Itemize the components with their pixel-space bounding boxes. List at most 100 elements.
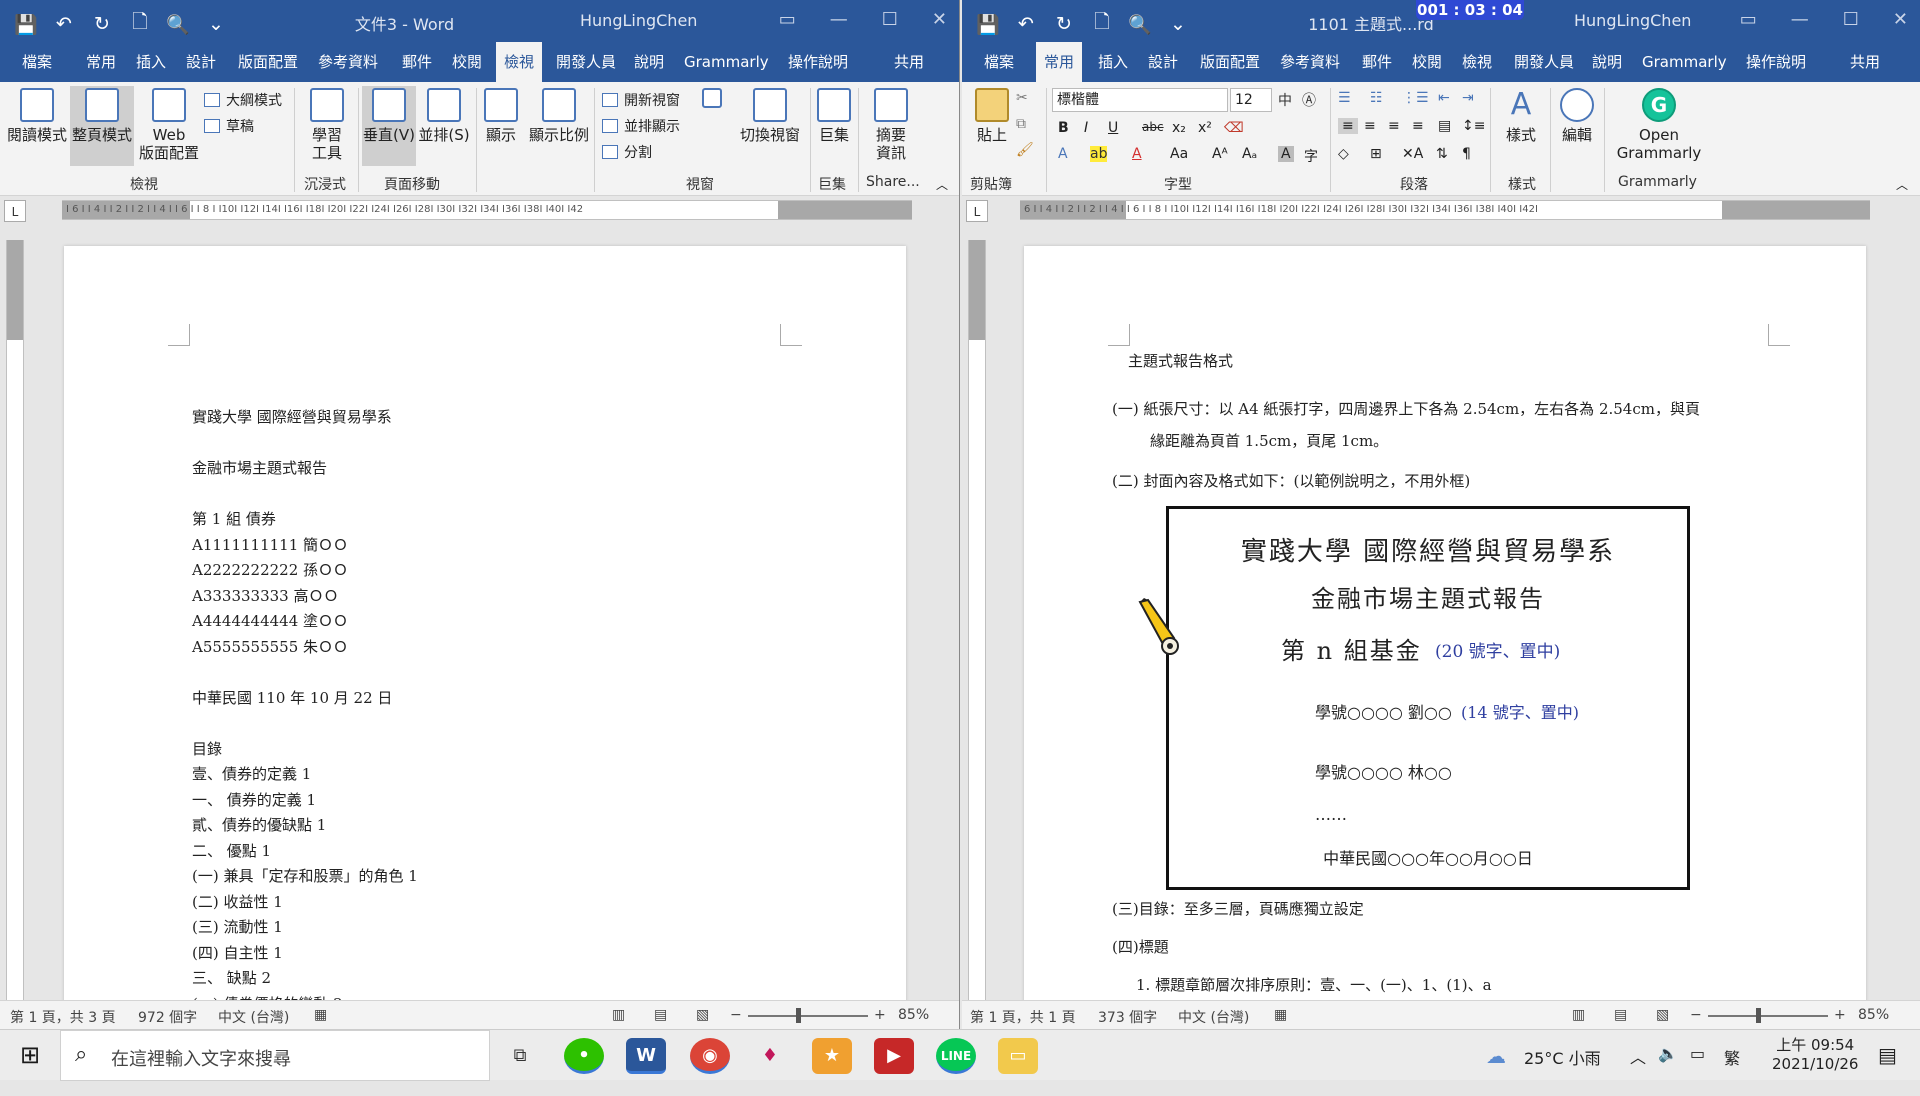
web-layout-view-icon[interactable]: ▧ bbox=[1656, 1007, 1669, 1023]
user-name[interactable]: HungLingChen bbox=[580, 11, 697, 30]
title-bar[interactable]: 💾 ↶ ↻ 🗋 🔍 ⌄ 文件3 - Word HungLingChen ▭ — … bbox=[0, 0, 959, 42]
read-mode-view-icon[interactable]: ▥ bbox=[1572, 1007, 1585, 1023]
character-shading-button[interactable]: A bbox=[1278, 146, 1294, 162]
document-line[interactable]: 壹、債券的定義 1 bbox=[192, 763, 311, 784]
draft-button[interactable]: 草稿 bbox=[204, 116, 254, 136]
share-button[interactable]: 共用 bbox=[1842, 42, 1888, 82]
language[interactable]: 中文 (台灣) bbox=[218, 1007, 289, 1027]
zoom-in-icon[interactable]: + bbox=[1834, 1007, 1846, 1023]
language[interactable]: 中文 (台灣) bbox=[1178, 1007, 1249, 1027]
document-line[interactable]: (一) 兼具「定存和股票」的角色 1 bbox=[192, 865, 418, 886]
show-button[interactable]: 顯示 bbox=[480, 88, 522, 144]
weather-icon[interactable]: ☁ bbox=[1486, 1044, 1506, 1095]
share-button[interactable]: 共用 bbox=[886, 42, 932, 82]
tab-layout[interactable]: 版面配置 bbox=[1192, 42, 1268, 82]
clear-formatting-icon[interactable]: ⌫ bbox=[1224, 120, 1244, 136]
tab-insert[interactable]: 插入 bbox=[128, 42, 174, 82]
shrink-font-button[interactable]: Aₐ bbox=[1242, 146, 1257, 162]
doc-item-1-line-1[interactable]: (一) 紙張尺寸：以 A4 紙張打字，四周邊界上下各為 2.54cm，左右各為 … bbox=[1112, 398, 1700, 419]
word-app-icon[interactable]: W bbox=[626, 1038, 666, 1074]
word-count[interactable]: 972 個字 bbox=[138, 1007, 197, 1027]
file-explorer-icon[interactable]: ▭ bbox=[998, 1038, 1038, 1074]
photo-app-icon[interactable]: ★ bbox=[812, 1038, 852, 1074]
open-grammarly-button[interactable]: G Open Grammarly bbox=[1610, 88, 1708, 162]
page-count[interactable]: 第 1 頁，共 1 頁 bbox=[970, 1007, 1076, 1027]
document-line[interactable]: 中華民國 110 年 10 月 22 日 bbox=[192, 687, 392, 708]
tab-design[interactable]: 設計 bbox=[1140, 42, 1186, 82]
summary-button[interactable]: 摘要 資訊 bbox=[866, 88, 916, 162]
tab-file[interactable]: 檔案 bbox=[976, 42, 1022, 82]
wechat-icon[interactable]: • bbox=[564, 1038, 604, 1074]
align-right-icon[interactable]: ≡ bbox=[1388, 118, 1400, 134]
word-count[interactable]: 373 個字 bbox=[1098, 1007, 1157, 1027]
tab-tell-me[interactable]: 操作說明 bbox=[1738, 42, 1814, 82]
doc-item-3[interactable]: (三)目錄：至多三層，頁碼應獨立設定 bbox=[1112, 898, 1364, 919]
print-layout-button[interactable]: 整頁模式 bbox=[70, 86, 134, 166]
document-line[interactable]: 目錄 bbox=[192, 738, 222, 759]
zoom-button[interactable]: 顯示比例 bbox=[526, 88, 592, 144]
read-mode-view-icon[interactable]: ▥ bbox=[612, 1007, 625, 1023]
font-size-dropdown[interactable]: 12 bbox=[1230, 88, 1272, 112]
tab-selector[interactable]: L bbox=[966, 200, 988, 222]
network-icon[interactable]: ▭ bbox=[1690, 1044, 1705, 1095]
tab-home[interactable]: 常用 bbox=[1036, 42, 1083, 82]
document-page[interactable]: 實踐大學 國際經營與貿易學系 金融市場主題式報告第 1 組 債券 A11111111… bbox=[64, 246, 906, 1006]
tab-grammarly[interactable]: Grammarly bbox=[676, 42, 777, 82]
collapse-ribbon-icon[interactable]: ︿ bbox=[1896, 176, 1908, 193]
macros-button[interactable]: 巨集 bbox=[814, 88, 854, 144]
show-formatting-icon[interactable]: ¶ bbox=[1462, 146, 1471, 162]
format-painter-icon[interactable]: 🖌 bbox=[1016, 142, 1034, 158]
volume-icon[interactable]: 🔈 bbox=[1658, 1044, 1678, 1095]
document-line[interactable]: (三) 流動性 1 bbox=[192, 916, 283, 937]
strikethrough-button[interactable]: abc bbox=[1142, 120, 1164, 134]
notification-icon[interactable]: ▤ bbox=[1878, 1043, 1897, 1094]
document-line[interactable]: 實踐大學 國際經營與貿易學系 bbox=[192, 406, 392, 427]
character-border-icon[interactable]: Ⓐ bbox=[1302, 90, 1316, 110]
tab-grammarly[interactable]: Grammarly bbox=[1634, 42, 1735, 82]
maximize-icon[interactable]: ☐ bbox=[882, 9, 898, 30]
zoom-out-icon[interactable]: − bbox=[1690, 1007, 1702, 1023]
print-layout-view-icon[interactable]: ▤ bbox=[654, 1007, 667, 1023]
document-line[interactable]: 一、 債券的定義 1 bbox=[192, 789, 316, 810]
font-name-dropdown[interactable]: 標楷體 bbox=[1052, 88, 1228, 112]
superscript-button[interactable]: x² bbox=[1198, 120, 1212, 136]
document-line[interactable]: A5555555555 朱ＯＯ bbox=[192, 636, 348, 657]
ribbon-display-icon[interactable]: ▭ bbox=[1740, 9, 1757, 30]
zoom-in-icon[interactable]: + bbox=[874, 1007, 886, 1023]
document-line[interactable]: A333333333 高ＯＯ bbox=[192, 585, 339, 606]
print-layout-view-icon[interactable]: ▤ bbox=[1614, 1007, 1627, 1023]
multilevel-list-icon[interactable]: ⋮☰ bbox=[1402, 90, 1429, 106]
editing-button[interactable]: 編輯 bbox=[1554, 88, 1600, 144]
doc-heading[interactable]: 主題式報告格式 bbox=[1128, 350, 1233, 371]
document-line[interactable]: A1111111111 簡ＯＯ bbox=[192, 534, 348, 555]
document-line[interactable]: 三、 缺點 2 bbox=[192, 967, 271, 988]
document-line[interactable]: A4444444444 塗ＯＯ bbox=[192, 610, 348, 631]
tab-design[interactable]: 設計 bbox=[178, 42, 224, 82]
tab-review[interactable]: 校閱 bbox=[1404, 42, 1450, 82]
document-line[interactable]: 二、 優點 1 bbox=[192, 840, 271, 861]
tab-mailings[interactable]: 郵件 bbox=[1354, 42, 1400, 82]
styles-button[interactable]: A 樣式 bbox=[1496, 88, 1546, 145]
clock[interactable]: 上午 09:54 2021/10/26 bbox=[1772, 1034, 1858, 1085]
doc-item-4[interactable]: (四)標題 bbox=[1112, 936, 1169, 957]
line-spacing-icon[interactable]: ↕≡ bbox=[1462, 118, 1485, 134]
web-layout-button[interactable]: Web 版面配置 bbox=[138, 88, 200, 162]
minimize-icon[interactable]: — bbox=[1791, 9, 1809, 30]
maximize-icon[interactable]: ☐ bbox=[1843, 9, 1859, 30]
enclose-characters-button[interactable]: 字 bbox=[1304, 146, 1318, 166]
align-left-icon[interactable]: ≡ bbox=[1338, 118, 1358, 134]
tab-references[interactable]: 參考資料 bbox=[310, 42, 386, 82]
zoom-slider-thumb[interactable] bbox=[796, 1008, 801, 1023]
arrange-all-button[interactable]: 並排顯示 bbox=[602, 116, 680, 136]
zoom-slider[interactable] bbox=[748, 1015, 868, 1017]
learning-tools-button[interactable]: 學習 工具 bbox=[300, 88, 354, 162]
user-name[interactable]: HungLingChen bbox=[1574, 11, 1691, 30]
document-line[interactable]: 金融市場主題式報告 bbox=[192, 457, 327, 478]
align-center-icon[interactable]: ≡ bbox=[1364, 118, 1376, 134]
tab-developer[interactable]: 開發人員 bbox=[548, 42, 624, 82]
text-effects-button[interactable]: A bbox=[1058, 146, 1068, 162]
bold-button[interactable]: B bbox=[1058, 120, 1069, 136]
macro-record-icon[interactable]: ▦ bbox=[1274, 1007, 1287, 1023]
ime-indicator[interactable]: 繁 bbox=[1724, 1045, 1740, 1096]
tab-home[interactable]: 常用 bbox=[78, 42, 124, 82]
